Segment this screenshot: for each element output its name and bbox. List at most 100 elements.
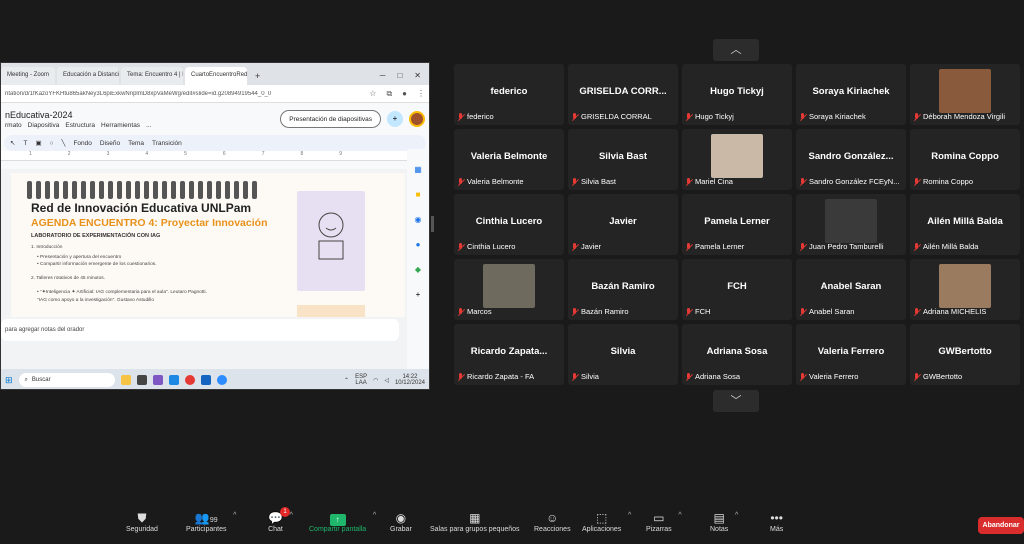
- avatar[interactable]: [409, 111, 425, 127]
- volume-icon[interactable]: ◁: [384, 377, 389, 384]
- keep-icon[interactable]: ■: [416, 190, 421, 199]
- participant-tile[interactable]: Silvia Silvia: [568, 324, 678, 385]
- image-icon[interactable]: ▣: [35, 139, 41, 147]
- wifi-icon[interactable]: ◠: [373, 377, 378, 384]
- reactions-button[interactable]: ☺ Reacciones: [534, 510, 571, 533]
- add-icon[interactable]: +: [416, 290, 421, 299]
- participant-tile[interactable]: Ailén Millá Balda Ailén Millá Balda: [910, 194, 1020, 255]
- ruler: 1 2 3 4 5 6 7 8 9: [1, 151, 429, 161]
- minimize-icon[interactable]: ─: [380, 71, 386, 80]
- browser-tab[interactable]: Meeting - Zoom: [1, 67, 56, 85]
- page-down-button[interactable]: ﹀: [713, 390, 759, 412]
- address-bar[interactable]: ntation/d/1fKazoYFKHtu865akNey3L6piExkwN…: [1, 85, 429, 103]
- more-button[interactable]: ••• Más: [770, 510, 783, 533]
- slide[interactable]: Red de Innovación Educativa UNLPam AGEND…: [11, 173, 405, 317]
- participant-tile[interactable]: Cinthia Lucero Cinthia Lucero: [454, 194, 564, 255]
- security-button[interactable]: ⛊ Seguridad: [126, 510, 158, 533]
- browser-tab[interactable]: Educación a Distancia: [57, 67, 120, 85]
- participant-tile[interactable]: Ricardo Zapata... Ricardo Zapata - FA: [454, 324, 564, 385]
- chevron-up-icon[interactable]: ^: [233, 512, 236, 519]
- toolbar-item[interactable]: Diseño: [100, 140, 120, 147]
- chrome-icon[interactable]: [184, 375, 195, 385]
- participant-tile[interactable]: Soraya Kiriachek Soraya Kiriachek: [796, 64, 906, 125]
- menu-icon[interactable]: ⋮: [417, 89, 425, 99]
- participant-tile[interactable]: federico federico: [454, 64, 564, 125]
- zoom-icon[interactable]: [216, 375, 227, 385]
- participant-tile[interactable]: Anabel Saran Anabel Saran: [796, 259, 906, 320]
- record-button[interactable]: ◉ Grabar: [390, 510, 412, 533]
- chevron-up-icon[interactable]: ⌃: [344, 377, 349, 384]
- chat-button[interactable]: 💬 1 Chat ^: [268, 507, 293, 533]
- copilot-icon[interactable]: [152, 375, 163, 385]
- apps-button[interactable]: ⬚ Aplicaciones ^: [582, 510, 631, 533]
- whiteboards-button[interactable]: ▭ Pizarras ^: [646, 510, 682, 533]
- chevron-up-icon[interactable]: ^: [678, 512, 681, 519]
- menu-item[interactable]: ...: [146, 122, 151, 129]
- participant-tile[interactable]: Adriana Sosa Adriana Sosa: [682, 324, 792, 385]
- extensions-icon[interactable]: ⧉: [386, 89, 392, 99]
- browser-tab-active[interactable]: CuartoEncuentroRedIn...: [185, 67, 248, 85]
- chevron-up-icon[interactable]: ^: [735, 512, 738, 519]
- participant-tile[interactable]: Marcos: [454, 259, 564, 320]
- toolbar-item[interactable]: Fondo: [73, 140, 91, 147]
- toolbar-item[interactable]: Transición: [152, 140, 182, 147]
- menu-item[interactable]: rmato: [5, 122, 22, 129]
- participant-tile[interactable]: Déborah Mendoza Virgili: [910, 64, 1020, 125]
- url-text: ntation/d/1fKazoYFKHtu865akNey3L6piExkwN…: [5, 90, 272, 97]
- maximize-icon[interactable]: □: [397, 71, 402, 80]
- maps-icon[interactable]: ◆: [415, 265, 421, 274]
- file-explorer-icon[interactable]: [120, 375, 131, 385]
- tasks-icon[interactable]: ◉: [415, 215, 422, 224]
- resize-handle[interactable]: [431, 216, 434, 232]
- present-button[interactable]: Presentación de diapositivas: [280, 110, 381, 128]
- toolbar-item[interactable]: Tema: [128, 140, 144, 147]
- notes-button[interactable]: ▤ Notas ^: [710, 510, 738, 533]
- app-icon[interactable]: [200, 375, 211, 385]
- menu-item[interactable]: Diapositiva: [28, 122, 60, 129]
- cursor-icon[interactable]: ↖: [10, 139, 15, 147]
- windows-icon[interactable]: ⊞: [5, 375, 13, 386]
- star-icon[interactable]: ☆: [369, 89, 376, 99]
- breakout-rooms-button[interactable]: ▦ Salas para grupos pequeños: [430, 510, 520, 533]
- add-person-icon[interactable]: +: [387, 111, 403, 127]
- participant-tile[interactable]: GWBertotto GWBertotto: [910, 324, 1020, 385]
- new-tab-icon[interactable]: +: [249, 67, 266, 85]
- participant-tile[interactable]: Juan Pedro Tamburelli: [796, 194, 906, 255]
- shared-screen[interactable]: Meeting - Zoom Educación a Distancia Tem…: [0, 62, 430, 390]
- participant-tile[interactable]: GRISELDA CORR... GRISELDA CORRAL: [568, 64, 678, 125]
- shape-icon[interactable]: ○: [50, 140, 54, 147]
- leave-button[interactable]: Abandonar: [978, 517, 1024, 534]
- participant-tile[interactable]: Javier Javier: [568, 194, 678, 255]
- calendar-icon[interactable]: ▦: [414, 165, 422, 174]
- contacts-icon[interactable]: ●: [416, 240, 421, 249]
- participants-button[interactable]: 👥99 Participantes ^: [186, 510, 236, 533]
- participant-tile[interactable]: Mariel Cina: [682, 129, 792, 190]
- store-icon[interactable]: [136, 375, 147, 385]
- edge-icon[interactable]: [168, 375, 179, 385]
- participant-tile[interactable]: Hugo Tickyj Hugo Tickyj: [682, 64, 792, 125]
- participant-tile[interactable]: Valeria Belmonte Valeria Belmonte: [454, 129, 564, 190]
- participant-tile[interactable]: Bazán Ramiro Bazán Ramiro: [568, 259, 678, 320]
- menu-item[interactable]: Herramientas: [101, 122, 140, 129]
- text-icon[interactable]: T: [23, 140, 27, 147]
- participant-tile[interactable]: FCH FCH: [682, 259, 792, 320]
- search-input[interactable]: ⌕ Buscar: [18, 373, 115, 387]
- browser-tab[interactable]: Tema: Encuentro 4 | Ra...: [121, 67, 184, 85]
- chevron-up-icon[interactable]: ^: [373, 512, 376, 519]
- chevron-up-icon[interactable]: ^: [628, 512, 631, 519]
- participant-tile[interactable]: Valeria Ferrero Valeria Ferrero: [796, 324, 906, 385]
- chevron-up-icon[interactable]: ^: [290, 512, 293, 519]
- page-up-button[interactable]: ︿: [713, 39, 759, 61]
- participant-tile[interactable]: Adriana MICHELIS: [910, 259, 1020, 320]
- participant-tile[interactable]: Romina Coppo Romina Coppo: [910, 129, 1020, 190]
- share-screen-button[interactable]: ↑ Compartir pantalla ^: [309, 510, 376, 533]
- speaker-notes[interactable]: para agregar notas del orador: [1, 319, 399, 341]
- close-icon[interactable]: ✕: [414, 71, 421, 80]
- participant-tile[interactable]: Pamela Lerner Pamela Lerner: [682, 194, 792, 255]
- document-title[interactable]: nEducativa-2024: [5, 110, 151, 120]
- profile-icon[interactable]: ●: [402, 89, 407, 99]
- participant-tile[interactable]: Silvia Bast Silvia Bast: [568, 129, 678, 190]
- participant-tile[interactable]: Sandro González... Sandro González FCEyN.…: [796, 129, 906, 190]
- menu-item[interactable]: Estructura: [65, 122, 95, 129]
- line-icon[interactable]: ╲: [62, 139, 66, 147]
